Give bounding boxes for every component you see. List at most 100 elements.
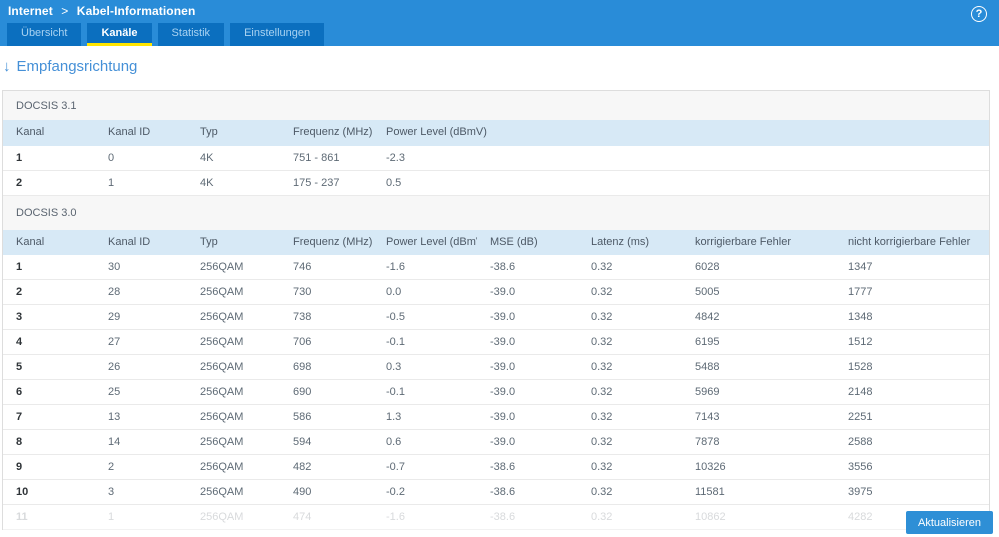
table-cell: 256QAM — [187, 354, 280, 380]
table-cell: 10862 — [682, 504, 835, 530]
table-cell: 7878 — [682, 429, 835, 455]
table-row: 11 1 256QAM 474 -1.6 -38.6 0.32 10862 4282 — [3, 504, 989, 530]
table-cell: 256QAM — [187, 504, 280, 530]
table-cell: -39.0 — [477, 379, 578, 405]
tab-uebersicht[interactable]: Übersicht — [7, 23, 82, 46]
column-header: MSE (dB) — [477, 229, 578, 255]
table-cell: 256QAM — [187, 454, 280, 480]
table-cell: 0.32 — [578, 379, 682, 405]
table-cell: -1.6 — [373, 504, 477, 530]
docsis31-table: Kanal Kanal ID Typ Frequenz (MHz) Power Leve… — [3, 120, 989, 196]
table-cell: 0.32 — [578, 429, 682, 455]
app-header: Internet > Kabel-Informationen — [0, 0, 999, 22]
breadcrumb-page: Kabel-Informationen — [76, 4, 196, 18]
table-row: 4 27 256QAM 706 -0.1 -39.0 0.32 6195 1512 — [3, 329, 989, 355]
table-cell: 1.3 — [373, 404, 477, 430]
table-cell: 256QAM — [187, 379, 280, 405]
table-cell: 256QAM — [187, 304, 280, 330]
tab-bar: Übersicht Kanäle Statistik Einstellungen — [0, 22, 999, 46]
table-row: 1 30 256QAM 746 -1.6 -38.6 0.32 6028 1347 — [3, 254, 989, 280]
table-cell: 2588 — [835, 429, 989, 455]
table-cell: 3556 — [835, 454, 989, 480]
table-header-row: Kanal Kanal ID Typ Frequenz (MHz) Power Leve… — [3, 120, 989, 146]
column-header: Power Level (dBmV) — [373, 120, 989, 146]
table-cell: 4 — [3, 329, 95, 355]
question-icon: ? — [975, 7, 983, 20]
table-row: 10 3 256QAM 490 -0.2 -38.6 0.32 11581 3975 — [3, 479, 989, 505]
table-cell: 690 — [280, 379, 373, 405]
tab-einstellungen[interactable]: Einstellungen — [230, 23, 325, 46]
table-cell: 706 — [280, 329, 373, 355]
column-header: Kanal ID — [95, 229, 187, 255]
table-cell: 28 — [95, 279, 187, 305]
table-cell: 0.32 — [578, 254, 682, 280]
table-cell: 0.3 — [373, 354, 477, 380]
table-cell: -0.2 — [373, 479, 477, 505]
table-cell: 490 — [280, 479, 373, 505]
table-cell: -0.5 — [373, 304, 477, 330]
tab-label: Einstellungen — [244, 27, 311, 39]
table-cell: 0.32 — [578, 329, 682, 355]
table-cell: 1528 — [835, 354, 989, 380]
table-row: 3 29 256QAM 738 -0.5 -39.0 0.32 4842 1348 — [3, 304, 989, 330]
main-content: ↓ Empfangsrichtung DOCSIS 3.1 Kanal Kanal… — [0, 58, 999, 530]
column-header: Frequenz (MHz) — [280, 229, 373, 255]
table-cell: 482 — [280, 454, 373, 480]
table-cell: -2.3 — [373, 145, 989, 171]
table-cell: 256QAM — [187, 254, 280, 280]
docsis30-section-header: DOCSIS 3.0 — [3, 195, 989, 230]
column-header: korrigierbare Fehler — [682, 229, 835, 255]
table-cell: 27 — [95, 329, 187, 355]
channel-tables-container: DOCSIS 3.1 Kanal Kanal ID Typ Frequenz (MHz… — [2, 90, 990, 530]
table-cell: 5 — [3, 354, 95, 380]
help-button[interactable]: ? — [971, 6, 987, 22]
direction-heading-label: Empfangsrichtung — [16, 58, 138, 75]
table-cell: 4842 — [682, 304, 835, 330]
column-header: Kanal — [3, 120, 95, 146]
table-cell: -39.0 — [477, 329, 578, 355]
table-cell: 0.32 — [578, 479, 682, 505]
table-cell: 256QAM — [187, 479, 280, 505]
table-cell: 2 — [3, 279, 95, 305]
table-cell: 2 — [3, 170, 95, 196]
table-cell: 730 — [280, 279, 373, 305]
table-row: 7 13 256QAM 586 1.3 -39.0 0.32 7143 2251 — [3, 404, 989, 430]
table-cell: 7143 — [682, 404, 835, 430]
table-cell: 175 - 237 — [280, 170, 373, 196]
tab-statistik[interactable]: Statistik — [157, 23, 225, 46]
table-cell: 2251 — [835, 404, 989, 430]
table-cell: 256QAM — [187, 429, 280, 455]
table-cell: 11581 — [682, 479, 835, 505]
table-cell: -39.0 — [477, 354, 578, 380]
table-cell: -0.7 — [373, 454, 477, 480]
table-cell: 6028 — [682, 254, 835, 280]
column-header: Frequenz (MHz) — [280, 120, 373, 146]
table-cell: 256QAM — [187, 279, 280, 305]
table-cell: 10326 — [682, 454, 835, 480]
table-cell: 698 — [280, 354, 373, 380]
table-row: 8 14 256QAM 594 0.6 -39.0 0.32 7878 2588 — [3, 429, 989, 455]
table-cell: 3 — [95, 479, 187, 505]
table-cell: 256QAM — [187, 404, 280, 430]
tab-kanaele[interactable]: Kanäle — [87, 23, 152, 46]
breadcrumb-section[interactable]: Internet — [8, 4, 53, 18]
table-cell: 26 — [95, 354, 187, 380]
table-cell: -0.1 — [373, 379, 477, 405]
table-cell: -39.0 — [477, 279, 578, 305]
table-cell: 5969 — [682, 379, 835, 405]
refresh-button[interactable]: Aktualisieren — [906, 511, 993, 534]
table-cell: 0.32 — [578, 279, 682, 305]
table-cell: 1512 — [835, 329, 989, 355]
table-cell: 1777 — [835, 279, 989, 305]
table-cell: 746 — [280, 254, 373, 280]
table-cell: -0.1 — [373, 329, 477, 355]
breadcrumb-separator-icon: > — [61, 4, 69, 18]
table-cell: 1 — [3, 145, 95, 171]
table-cell: -39.0 — [477, 429, 578, 455]
table-cell: -39.0 — [477, 404, 578, 430]
table-cell: 474 — [280, 504, 373, 530]
table-cell: 13 — [95, 404, 187, 430]
table-cell: 9 — [3, 454, 95, 480]
table-row: 1 0 4K 751 - 861 -2.3 — [3, 145, 989, 171]
table-cell: 4K — [187, 145, 280, 171]
